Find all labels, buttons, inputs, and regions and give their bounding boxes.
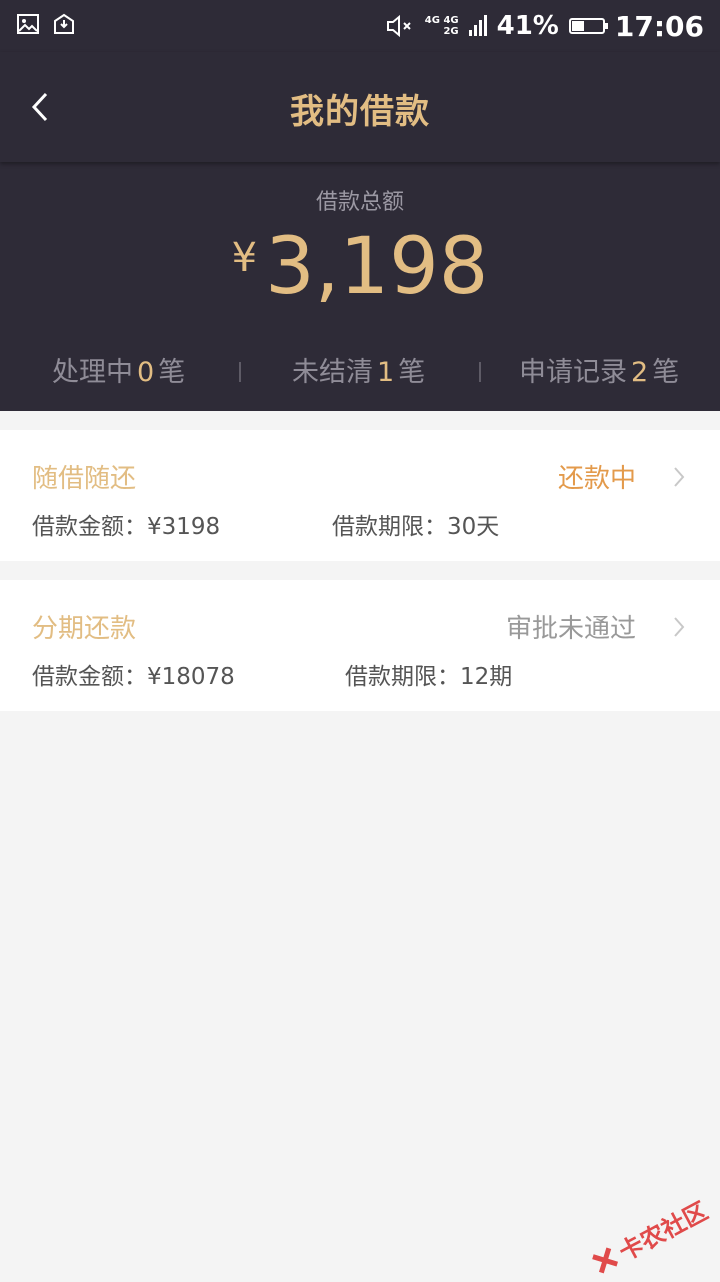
page-title: 我的借款 (290, 92, 430, 132)
image-icon (17, 14, 39, 34)
stat-count: 2 (631, 357, 649, 388)
network-bottom-text: 2G (443, 26, 459, 37)
chevron-right-icon (674, 617, 685, 637)
loan-card[interactable]: 分期还款 审批未通过 借款金额：¥18078 借款期限：12期 (0, 580, 720, 711)
divider (479, 362, 481, 382)
loan-type: 分期还款 (32, 614, 137, 644)
stat-applications[interactable]: 申请记录 2 笔 (519, 350, 679, 389)
stat-count: 0 (137, 357, 155, 388)
loan-status: 审批未通过 (505, 614, 636, 644)
currency-symbol: ¥ (231, 235, 258, 281)
watermark: 卡农社区 (585, 1191, 713, 1281)
stat-unit: 笔 (652, 357, 680, 388)
status-bar: 4G 4G 2G 41% 17:06 (0, 0, 720, 52)
mail-download-icon (54, 13, 74, 34)
loan-card[interactable]: 随借随还 还款中 借款金额：¥3198 借款期限：30天 (0, 430, 720, 561)
loan-term: 借款期限：30天 (332, 514, 500, 540)
stat-unsettled[interactable]: 未结清 1 笔 (292, 350, 425, 389)
stat-label: 处理中 (52, 357, 133, 388)
signal-icon (468, 15, 487, 36)
stat-label: 未结清 (292, 357, 373, 388)
title-bar: 我的借款 (0, 52, 720, 162)
battery-percent: 41% (496, 11, 559, 41)
mute-icon (386, 14, 411, 38)
battery-level (571, 21, 584, 31)
loan-stats: 处理中 0 笔 未结清 1 笔 申请记录 2 笔 (0, 350, 720, 394)
stat-unit: 笔 (398, 357, 426, 388)
total-label: 借款总额 (315, 190, 404, 215)
loan-amount: 借款金额：¥18078 (32, 664, 235, 690)
total-amount-value: 3,198 (265, 222, 489, 312)
watermark-text: 卡农社区 (614, 1196, 713, 1267)
stat-unit: 笔 (158, 357, 186, 388)
chevron-right-icon (674, 467, 685, 487)
loan-type: 随借随还 (32, 464, 137, 494)
clock: 17:06 (614, 9, 704, 43)
loan-amount: 借款金额：¥3198 (32, 514, 221, 540)
loan-term: 借款期限：12期 (345, 664, 513, 690)
loan-summary: 借款总额 ¥3,198 处理中 0 笔 未结清 1 笔 申请记录 2 笔 (0, 162, 720, 411)
loan-status: 还款中 (557, 464, 636, 494)
stat-processing[interactable]: 处理中 0 笔 (52, 350, 185, 389)
divider (239, 362, 241, 382)
total-amount: ¥3,198 (0, 222, 720, 312)
battery-icon (568, 18, 608, 34)
network-indicator: 4G 4G 2G (425, 15, 459, 37)
network-top-text: 4G 4G (424, 15, 459, 26)
stat-count: 1 (377, 357, 395, 388)
stat-label: 申请记录 (519, 357, 627, 388)
